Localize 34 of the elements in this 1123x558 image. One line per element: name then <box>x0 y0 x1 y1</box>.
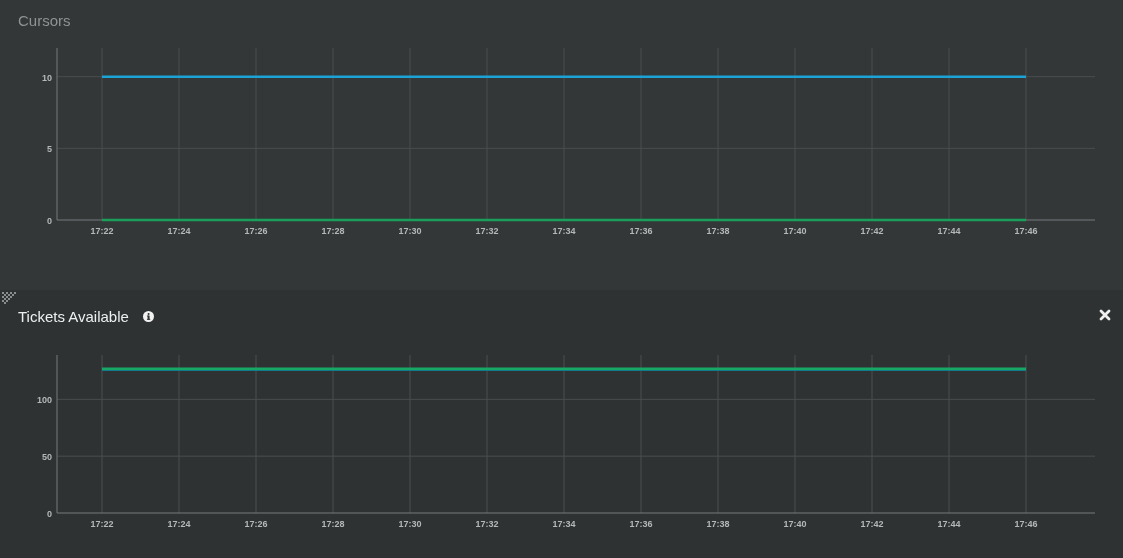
x-tick-label: 17:40 <box>783 226 807 236</box>
y-tick-label: 10 <box>42 72 52 83</box>
x-tick-label: 17:42 <box>860 226 884 236</box>
x-tick-label: 17:46 <box>1014 519 1038 529</box>
x-tick-label: 17:30 <box>398 519 422 529</box>
x-tick-label: 17:44 <box>937 226 961 236</box>
y-tick-label: 0 <box>47 509 52 519</box>
x-tick-label: 17:40 <box>783 519 807 529</box>
x-tick-label: 17:32 <box>475 226 499 236</box>
y-tick-label: 5 <box>47 144 52 155</box>
x-tick-label: 17:28 <box>321 226 345 236</box>
x-tick-label: 17:26 <box>244 226 268 236</box>
x-tick-label: 17:30 <box>398 226 422 236</box>
y-tick-label: 100 <box>36 395 52 406</box>
x-tick-label: 17:46 <box>1014 226 1038 236</box>
x-tick-label: 17:22 <box>90 226 114 236</box>
x-tick-label: 17:28 <box>321 519 345 529</box>
y-tick-label: 50 <box>42 452 52 463</box>
y-tick-label: 0 <box>47 216 52 226</box>
x-tick-label: 17:42 <box>860 519 884 529</box>
x-tick-label: 17:24 <box>167 226 191 236</box>
x-tick-label: 17:24 <box>167 519 191 529</box>
x-tick-label: 17:34 <box>552 519 576 529</box>
x-tick-label: 17:22 <box>90 519 114 529</box>
x-tick-label: 17:34 <box>552 226 576 236</box>
panel-title: Cursors <box>18 11 71 29</box>
x-tick-label: 17:36 <box>629 519 653 529</box>
x-tick-label: 17:38 <box>706 519 730 529</box>
x-tick-label: 17:38 <box>706 226 730 236</box>
x-tick-label: 17:36 <box>629 226 653 236</box>
x-tick-label: 17:44 <box>937 519 961 529</box>
panel-title: Tickets Available <box>18 307 129 325</box>
x-tick-label: 17:26 <box>244 519 268 529</box>
x-tick-label: 17:32 <box>475 519 499 529</box>
